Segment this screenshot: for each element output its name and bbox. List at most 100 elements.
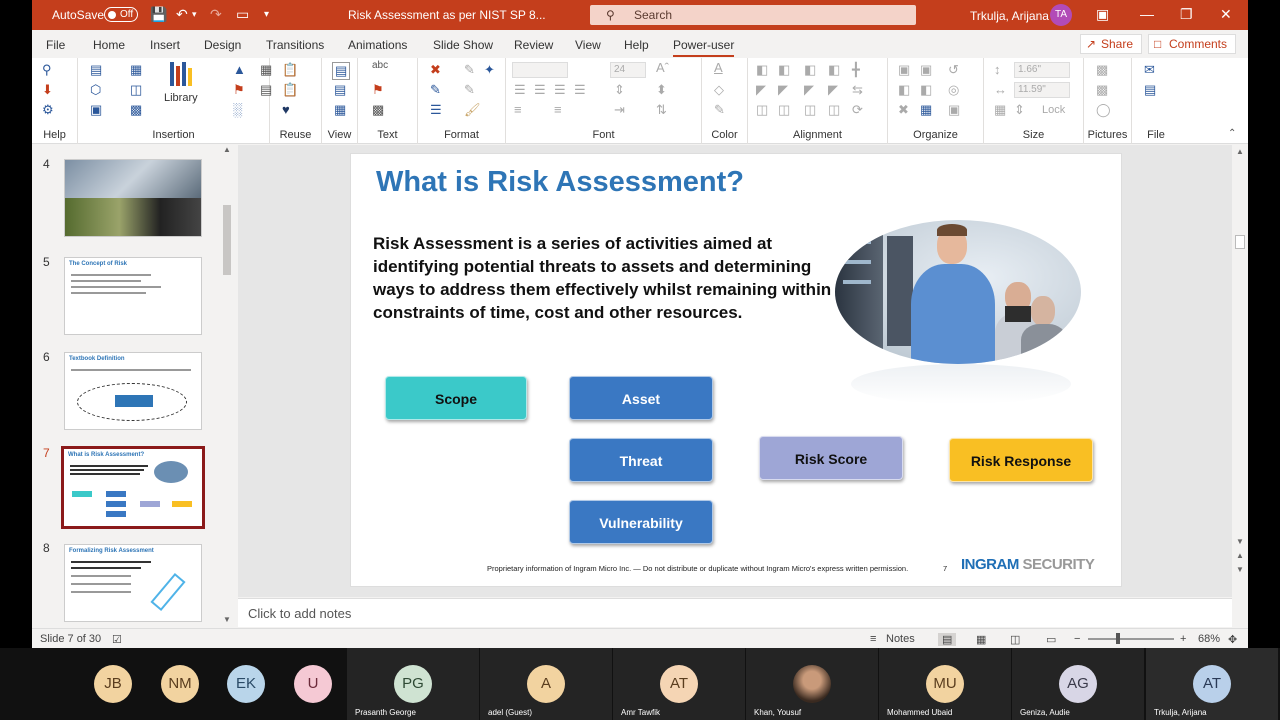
insert-text-icon[interactable]: ▣: [90, 102, 102, 118]
grid-icon[interactable]: ▦: [920, 102, 932, 118]
lock-aspect-toggle[interactable]: Lock: [1042, 104, 1065, 116]
rotate-icon[interactable]: ⟳: [852, 102, 863, 118]
font-family-select[interactable]: [512, 62, 568, 78]
library-button[interactable]: Library: [164, 60, 204, 120]
thumbnail-slide-4[interactable]: [64, 159, 202, 237]
zoom-out-icon[interactable]: −: [1074, 633, 1080, 645]
eyedropper-2-icon[interactable]: ✎: [464, 82, 475, 98]
tab-insert[interactable]: Insert: [150, 38, 180, 52]
zoom-in-icon[interactable]: +: [1180, 633, 1186, 645]
tab-slide-show[interactable]: Slide Show: [433, 38, 493, 52]
size-arrows-icon[interactable]: ⇕: [1014, 102, 1025, 118]
minimize-icon[interactable]: —: [1140, 6, 1154, 22]
scroll-up-icon[interactable]: ▲: [223, 145, 231, 154]
slide-title[interactable]: What is Risk Assessment?: [376, 166, 744, 199]
eyedropper-icon[interactable]: ✎: [464, 62, 475, 78]
indent-icon[interactable]: ⇥: [614, 102, 625, 118]
thumbnail-slide-8[interactable]: Formalizing Risk Assessment: [64, 544, 202, 622]
risk-response-box[interactable]: Risk Response: [949, 438, 1093, 482]
group-objects-icon[interactable]: ▣: [898, 62, 910, 78]
scroll-up-icon[interactable]: ▲: [1236, 147, 1244, 156]
paste-icon[interactable]: 📋: [282, 62, 298, 78]
distribute-vertical-icon[interactable]: ◤: [828, 82, 838, 98]
scope-box[interactable]: Scope: [385, 376, 527, 420]
scrollbar-thumb[interactable]: [223, 205, 231, 275]
picture-icon[interactable]: ▩: [1096, 62, 1108, 78]
view-list-icon[interactable]: ▤: [334, 82, 346, 98]
same-height-icon[interactable]: ◫: [778, 102, 790, 118]
font-grow-icon[interactable]: Aˆ: [656, 60, 669, 75]
notes-toggle[interactable]: Notes: [886, 633, 915, 645]
language-flag-icon[interactable]: ⚑: [372, 82, 384, 98]
align-center-icon[interactable]: ☰: [534, 82, 546, 98]
threat-box[interactable]: Threat: [569, 438, 713, 482]
distribute-icon[interactable]: ◧: [828, 62, 840, 78]
line-color-icon[interactable]: ✎: [430, 82, 441, 98]
align-left-icon[interactable]: ☰: [514, 82, 526, 98]
align-objects-left-icon[interactable]: ◧: [756, 62, 768, 78]
participant-tile[interactable]: AT Trkulja, Arijana: [1146, 648, 1278, 720]
magic-wand-icon[interactable]: ✦: [484, 62, 495, 78]
clipboard-icon[interactable]: 📋: [282, 82, 298, 98]
vulnerability-box[interactable]: Vulnerability: [569, 500, 713, 544]
align-mid-icon[interactable]: ◤: [778, 82, 788, 98]
previous-slide-icon[interactable]: ▲: [1236, 551, 1244, 560]
align-bottom-icon[interactable]: ◤: [804, 82, 814, 98]
text-box-icon[interactable]: ▩: [372, 102, 384, 118]
slide-sorter-icon[interactable]: ▦: [976, 633, 986, 646]
participant-tile[interactable]: A adel (Guest): [480, 648, 612, 720]
asset-box[interactable]: Asset: [569, 376, 713, 420]
tab-review[interactable]: Review: [514, 38, 553, 52]
comments-button[interactable]: □ Comments: [1148, 34, 1236, 54]
undo-dropdown-icon[interactable]: ▾: [192, 9, 197, 20]
participant-tile[interactable]: PG Prasanth George: [347, 648, 479, 720]
triangle-icon[interactable]: ▲: [233, 62, 246, 77]
accessibility-icon[interactable]: ☑: [112, 633, 122, 646]
height-field[interactable]: 11.59": [1014, 82, 1070, 98]
width-field[interactable]: 1.66": [1014, 62, 1070, 78]
slide-body-text[interactable]: Risk Assessment is a series of activitie…: [373, 232, 833, 324]
scroll-down-icon[interactable]: ▼: [223, 615, 231, 624]
gear-icon[interactable]: ⚙: [42, 102, 54, 118]
bullets-icon[interactable]: ≡: [514, 102, 522, 117]
file-export-icon[interactable]: ▤: [1144, 82, 1156, 98]
email-icon[interactable]: ✉: [1144, 62, 1155, 78]
scrollbar-thumb[interactable]: [1235, 235, 1245, 249]
undo-icon[interactable]: ↶: [176, 6, 188, 23]
document-title[interactable]: Risk Assessment as per NIST SP 8...: [348, 8, 546, 22]
customize-toolbar-icon[interactable]: ▾: [264, 9, 269, 20]
participant-tile[interactable]: MU Mohammed Ubaid: [879, 648, 1011, 720]
rotate-object-icon[interactable]: ↺: [948, 62, 959, 78]
thumbnail-slide-5[interactable]: The Concept of Risk: [64, 257, 202, 335]
slideshow-icon[interactable]: ▭: [1046, 633, 1056, 646]
risk-score-box[interactable]: Risk Score: [759, 436, 903, 480]
heart-icon[interactable]: ♥: [282, 102, 290, 117]
bring-forward-icon[interactable]: ◧: [898, 82, 910, 98]
current-slide[interactable]: What is Risk Assessment? Risk Assessment…: [350, 153, 1122, 587]
view-normal-icon[interactable]: ▤: [332, 62, 351, 80]
crop-icon[interactable]: ✖: [898, 102, 909, 118]
view-grid-icon[interactable]: ▦: [334, 102, 346, 118]
collapse-ribbon-icon[interactable]: ⌃: [1228, 128, 1236, 139]
tab-power-user[interactable]: Power-user: [673, 38, 735, 57]
zoom-slider-thumb[interactable]: [1116, 633, 1120, 644]
send-backward-icon[interactable]: ◧: [920, 82, 932, 98]
picture-crop-icon[interactable]: ▩: [1096, 82, 1108, 98]
share-button[interactable]: ↗ Share: [1080, 34, 1142, 54]
participant-tile[interactable]: Khan, Yousuf: [746, 648, 878, 720]
zoom-slider[interactable]: [1088, 638, 1174, 640]
align-objects-center-icon[interactable]: ◧: [778, 62, 790, 78]
format-painter-icon[interactable]: 🖌: [464, 102, 481, 118]
ungroup-icon[interactable]: ▣: [920, 62, 932, 78]
autosave-toggle[interactable]: Off: [104, 7, 138, 22]
search-input[interactable]: ⚲ Search: [590, 5, 916, 25]
font-color-icon[interactable]: A: [714, 60, 723, 75]
tab-view[interactable]: View: [575, 38, 601, 52]
flag-icon[interactable]: ⚑: [233, 82, 245, 98]
insert-grid-icon[interactable]: ▤: [90, 62, 102, 78]
download-icon[interactable]: ⬇: [42, 82, 53, 98]
grid-align-icon[interactable]: ◫: [828, 102, 840, 118]
tab-home[interactable]: Home: [93, 38, 125, 52]
present-icon[interactable]: ▭: [236, 6, 249, 23]
user-avatar[interactable]: TA: [1050, 4, 1072, 26]
